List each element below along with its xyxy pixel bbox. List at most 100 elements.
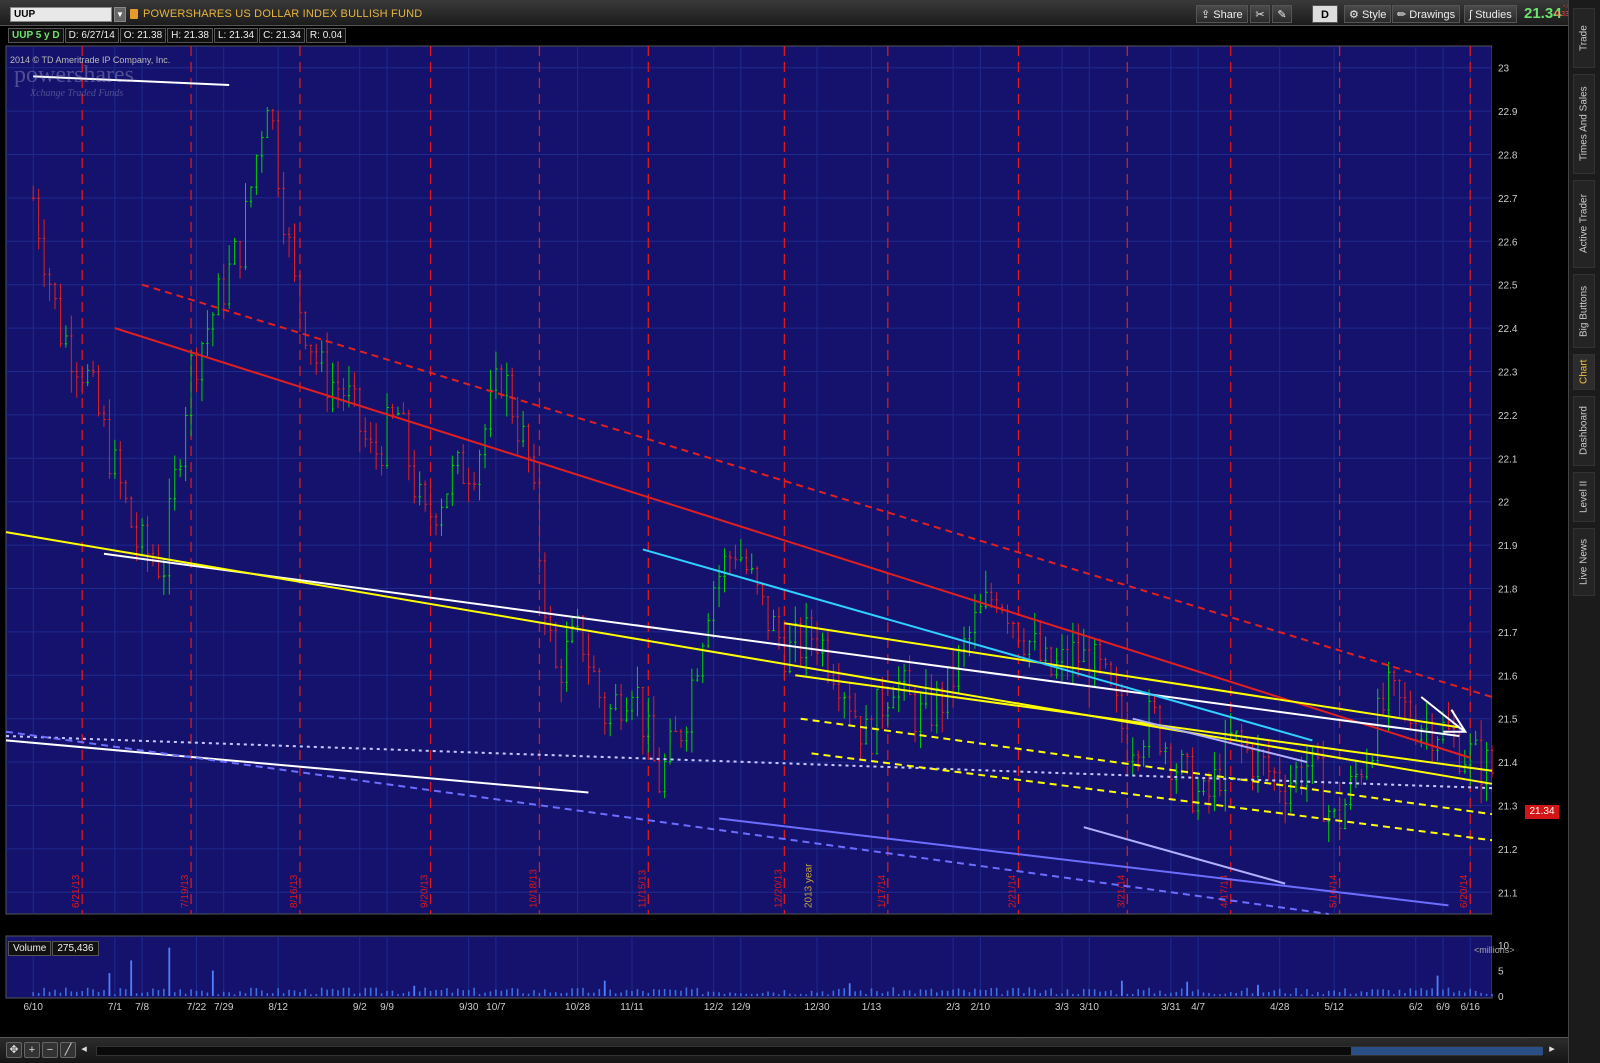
chevron-down-icon[interactable]: ▼ — [114, 7, 126, 22]
pan-icon[interactable]: ✥ — [6, 1042, 22, 1058]
y-tick-label: 21.6 — [1498, 671, 1518, 682]
x-tick-label: 8/12 — [268, 1002, 288, 1013]
y-tick-label: 22.3 — [1498, 368, 1518, 379]
scroll-left-icon[interactable]: ◂ — [78, 1042, 90, 1058]
header-close: C: 21.34 — [259, 28, 305, 43]
symbol-input[interactable]: UUP — [10, 7, 112, 22]
time-scrollbar[interactable] — [96, 1046, 1543, 1056]
year-marker: 2013 year — [804, 863, 815, 908]
x-tick-label: 7/29 — [214, 1002, 234, 1013]
volume-panel — [5, 935, 1493, 999]
flag-icon — [130, 9, 138, 19]
event-label: 7/19/13 — [180, 874, 191, 908]
y-tick-label: 21.7 — [1498, 628, 1518, 639]
zoom-in-icon[interactable]: + — [24, 1042, 40, 1058]
y-tick-label: 21.8 — [1498, 585, 1518, 596]
x-tick-label: 3/3 — [1055, 1002, 1069, 1013]
tab-times-and-sales[interactable]: Times And Sales — [1573, 74, 1595, 174]
volume-label[interactable]: Volume — [8, 941, 52, 956]
scrollbar-thumb[interactable] — [1351, 1047, 1543, 1055]
chart-header: UUP 5 y D D: 6/27/14 O: 21.38 H: 21.38 L… — [8, 28, 347, 43]
studies-button[interactable]: ∫ Studies — [1464, 5, 1517, 23]
watermark-subtitle: Xchange Traded Funds — [30, 88, 124, 99]
event-label: 3/21/14 — [1116, 874, 1127, 908]
x-tick-label: 10/7 — [486, 1002, 506, 1013]
draw-line-icon[interactable]: ╱ — [60, 1042, 76, 1058]
x-tick-label: 12/30 — [805, 1002, 830, 1013]
volume-tick-label: 5 — [1498, 967, 1504, 978]
price-chart[interactable]: 23 22.9 22.8 22.7 22.6 22.5 22.4 22.3 22.2 22.1 22… — [4, 28, 1568, 1036]
x-tick-label: 9/30 — [459, 1002, 479, 1013]
x-tick-label: 6/10 — [23, 1002, 43, 1013]
watermark-logo: powershares — [14, 62, 134, 88]
event-label: 8/16/13 — [289, 874, 300, 908]
y-tick-label: 22.1 — [1498, 454, 1518, 465]
x-tick-label: 4/7 — [1191, 1002, 1205, 1013]
volume-header: Volume 275,436 — [8, 941, 100, 956]
y-tick-label: 21.4 — [1498, 758, 1518, 769]
tab-dashboard[interactable]: Dashboard — [1573, 396, 1595, 466]
tab-live-news[interactable]: Live News — [1573, 528, 1595, 596]
y-tick-label: 21.5 — [1498, 715, 1518, 726]
wrench-button[interactable]: ✎ — [1272, 5, 1292, 23]
y-tick-label: 22.2 — [1498, 411, 1518, 422]
last-price-tag: 21.34 — [1525, 805, 1559, 819]
event-label: 11/15/13 — [637, 869, 648, 908]
y-tick-label: 23 — [1498, 64, 1510, 75]
header-date: D: 6/27/14 — [64, 28, 119, 43]
side-tab-bar: Trade Times And Sales Active Trader Big … — [1568, 0, 1600, 1063]
event-label: 1/17/14 — [877, 874, 888, 908]
x-tick-label: 12/2 — [704, 1002, 724, 1013]
header-symbol[interactable]: UUP 5 y D — [8, 28, 64, 43]
scroll-right-icon[interactable]: ▸ — [1546, 1042, 1558, 1058]
chart-area[interactable]: 23 22.9 22.8 22.7 22.6 22.5 22.4 22.3 22.2 22.1 22… — [4, 28, 1568, 1046]
x-tick-label: 7/1 — [108, 1002, 122, 1013]
x-tick-label: 2/3 — [946, 1002, 960, 1013]
bottom-toolbar: ✥ + − ╱ ◂ ▸ — [0, 1037, 1568, 1063]
y-tick-label: 22 — [1498, 498, 1510, 509]
x-tick-label: 9/2 — [353, 1002, 367, 1013]
x-tick-label: 11/11 — [620, 1002, 644, 1013]
y-tick-label: 22.5 — [1498, 281, 1518, 292]
x-tick-label: 7/22 — [187, 1002, 207, 1013]
y-tick-label: 22.8 — [1498, 151, 1518, 162]
event-label: 6/21/13 — [71, 874, 82, 908]
tab-chart[interactable]: Chart — [1573, 354, 1595, 390]
volume-unit: <millions> — [1474, 945, 1515, 955]
style-button[interactable]: ⚙ Style — [1344, 5, 1392, 23]
tab-level-ii[interactable]: Level II — [1573, 472, 1595, 522]
share-button[interactable]: ⇪ Share — [1196, 5, 1248, 23]
settings-button[interactable]: ✂ — [1250, 5, 1270, 23]
tab-big-buttons[interactable]: Big Buttons — [1573, 274, 1595, 348]
x-tick-label: 4/28 — [1270, 1002, 1290, 1013]
drawings-button[interactable]: ✏ Drawings — [1392, 5, 1461, 23]
x-tick-label: 6/16 — [1460, 1002, 1480, 1013]
x-tick-label: 3/10 — [1079, 1002, 1099, 1013]
volume-value: 275,436 — [52, 941, 99, 956]
volume-tick-label: 0 — [1498, 992, 1504, 1003]
x-tick-label: 12/9 — [731, 1002, 751, 1013]
header-low: L: 21.34 — [213, 28, 259, 43]
share-icon: ⇪ — [1201, 9, 1211, 21]
event-label: 2/21/14 — [1007, 874, 1018, 908]
x-tick-label: 5/12 — [1324, 1002, 1344, 1013]
event-label: 6/20/14 — [1459, 874, 1470, 908]
tools-icon: ✂ — [1255, 9, 1265, 21]
header-high: H: 21.38 — [167, 28, 213, 43]
period-button[interactable]: D — [1312, 5, 1338, 23]
header-open: O: 21.38 — [119, 28, 167, 43]
event-label: 9/20/13 — [420, 874, 431, 908]
fund-name: POWERSHARES US DOLLAR INDEX BULLISH FUND — [143, 8, 423, 20]
x-tick-label: 6/2 — [1409, 1002, 1423, 1013]
y-tick-label: 22.9 — [1498, 107, 1518, 118]
header-range: R: 0.04 — [305, 28, 347, 43]
y-tick-label: 21.2 — [1498, 845, 1518, 856]
wrench-icon: ✎ — [1277, 9, 1287, 21]
x-tick-label: 9/9 — [380, 1002, 394, 1013]
zoom-out-icon[interactable]: − — [42, 1042, 58, 1058]
tab-trade[interactable]: Trade — [1573, 8, 1595, 68]
tab-active-trader[interactable]: Active Trader — [1573, 180, 1595, 268]
y-tick-label: 22.4 — [1498, 324, 1518, 335]
top-toolbar: UUP ▼ POWERSHARES US DOLLAR INDEX BULLIS… — [0, 0, 1575, 26]
x-tick-label: 10/28 — [565, 1002, 590, 1013]
